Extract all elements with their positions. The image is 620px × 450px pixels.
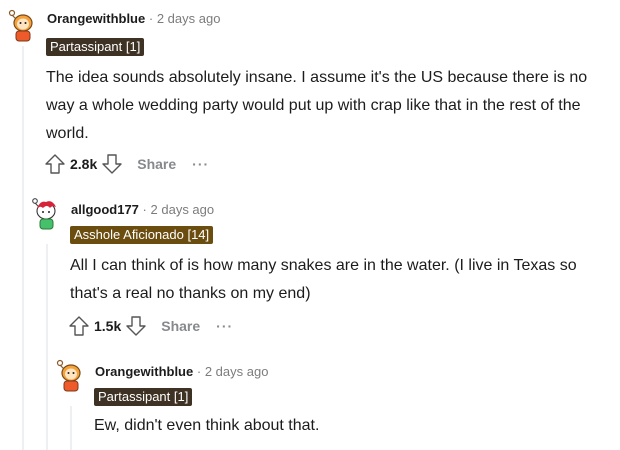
- meta-separator: ·: [196, 364, 202, 379]
- thread-line[interactable]: [46, 244, 48, 450]
- downvote-icon[interactable]: [125, 315, 147, 337]
- upvote-icon[interactable]: [44, 153, 66, 175]
- snoo-red-hair-avatar-icon[interactable]: [30, 196, 64, 230]
- user-flair: Partassipant [1]: [94, 388, 193, 406]
- comment-body: Ew, didn't even think about that.: [94, 417, 320, 434]
- comment-body: The idea sounds absolutely insane. I ass…: [46, 69, 588, 142]
- downvote-icon[interactable]: [101, 153, 123, 175]
- thread-line[interactable]: [70, 406, 72, 450]
- meta-separator: ·: [148, 11, 154, 26]
- snoo-orange-avatar-icon[interactable]: [6, 8, 40, 42]
- comment-meta: Orangewithblue · 2 days ago: [47, 10, 220, 28]
- share-button[interactable]: Share: [137, 156, 176, 172]
- comment-meta: Orangewithblue · 2 days ago: [95, 363, 268, 381]
- timestamp[interactable]: 2 days ago: [151, 202, 215, 217]
- vote-score: 1.5k: [94, 318, 122, 334]
- user-flair: Partassipant [1]: [46, 38, 145, 56]
- vote-score: 2.8k: [70, 156, 98, 172]
- username-link[interactable]: allgood177: [71, 202, 139, 217]
- comment-actions: 2.8k Share ···: [44, 152, 209, 176]
- comment-body: All I can think of is how many snakes ar…: [70, 257, 577, 302]
- more-options-button[interactable]: ···: [192, 156, 209, 172]
- username-link[interactable]: Orangewithblue: [95, 364, 193, 379]
- more-options-button[interactable]: ···: [216, 318, 233, 334]
- thread-line[interactable]: [22, 46, 24, 450]
- timestamp[interactable]: 2 days ago: [205, 364, 269, 379]
- comment-actions: 1.5k Share ···: [68, 314, 233, 338]
- snoo-orange-avatar-icon[interactable]: [54, 358, 88, 392]
- user-flair: Asshole Aficionado [14]: [70, 226, 214, 244]
- username-link[interactable]: Orangewithblue: [47, 11, 145, 26]
- meta-separator: ·: [142, 202, 147, 217]
- comment-meta: allgood177 · 2 days ago: [71, 201, 214, 219]
- timestamp[interactable]: 2 days ago: [157, 11, 221, 26]
- share-button[interactable]: Share: [161, 318, 200, 334]
- upvote-icon[interactable]: [68, 315, 90, 337]
